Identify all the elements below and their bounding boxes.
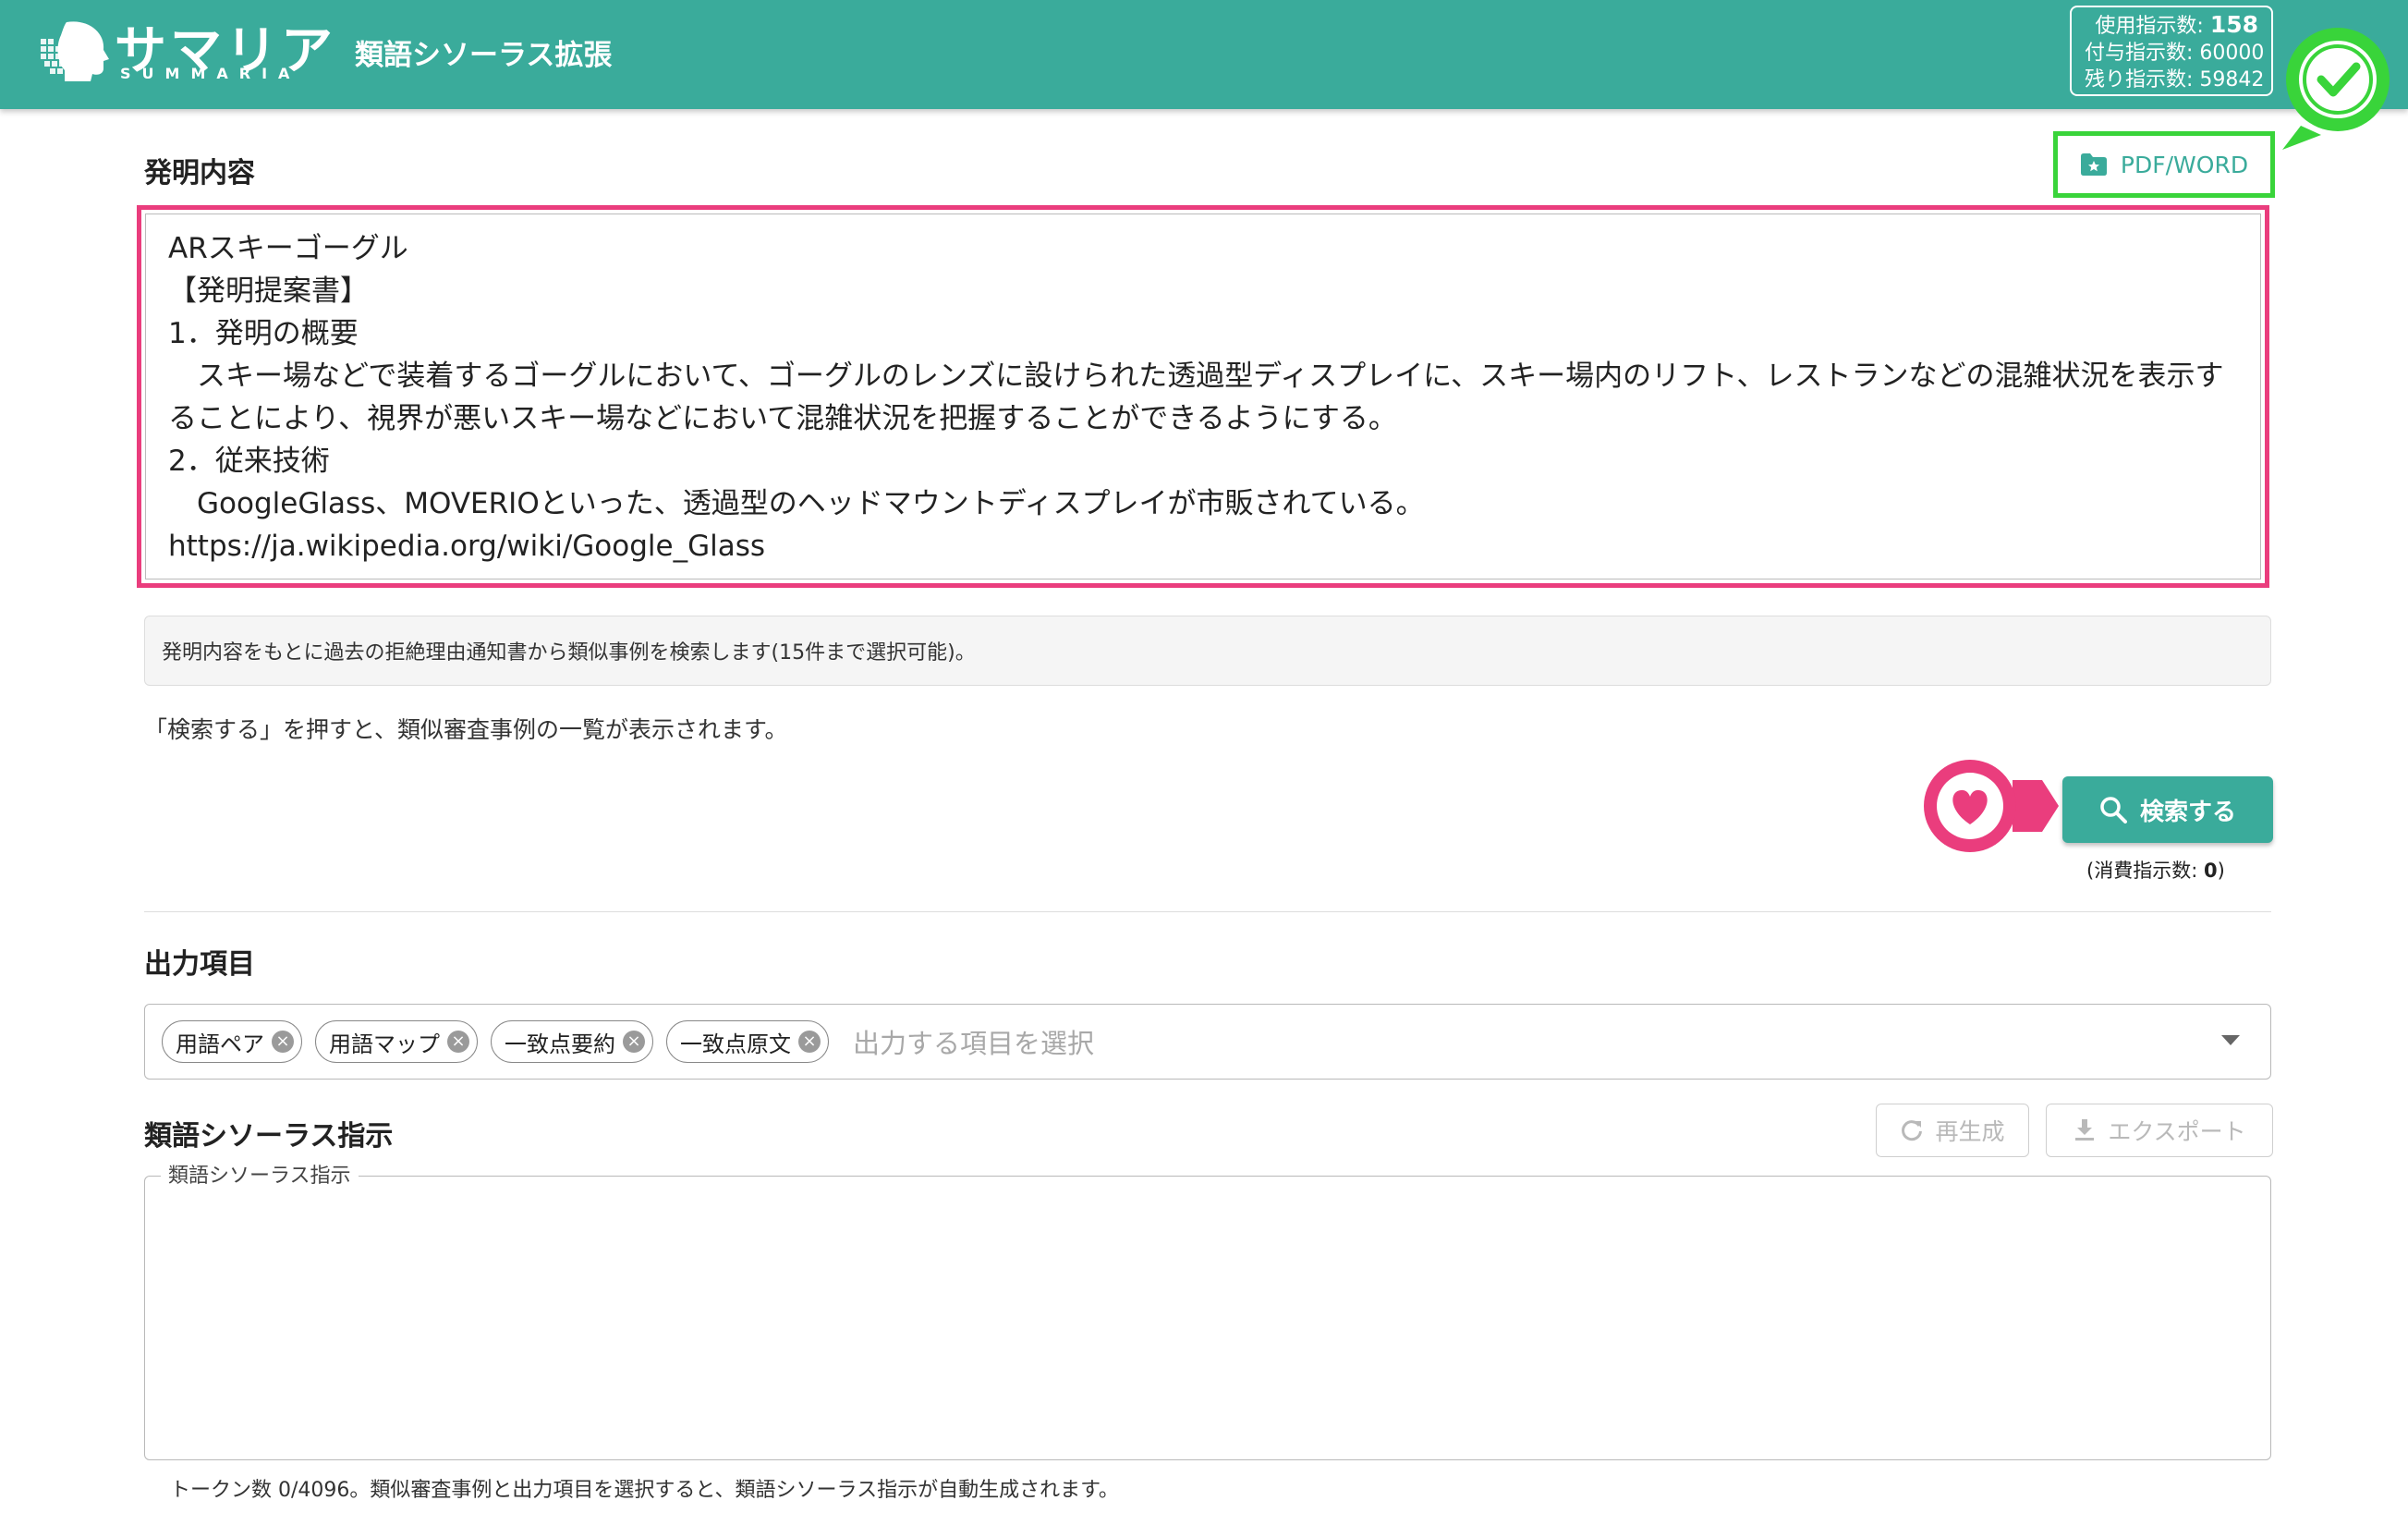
download-icon: [2075, 1119, 2095, 1141]
chip-label: 用語マップ: [329, 1031, 440, 1057]
logo-head-icon: [41, 21, 109, 81]
thesaurus-title: 類語シソーラス指示: [144, 1120, 394, 1153]
invention-textarea[interactable]: ARスキーゴーグル 【発明提案書】 1．発明の概要 スキー場などで装着するゴーグ…: [145, 214, 2261, 580]
granted-count-label: 付与指示数:: [2085, 42, 2194, 65]
chip-label: 一致点要約: [505, 1031, 615, 1057]
chip-remove-icon[interactable]: ×: [447, 1031, 469, 1053]
remaining-count-label: 残り指示数:: [2085, 68, 2194, 92]
granted-count-line: 付与指示数: 60000: [2085, 40, 2264, 67]
used-count-label: 使用指示数:: [2095, 15, 2204, 38]
chip-label: 用語ペア: [176, 1031, 264, 1057]
select-placeholder[interactable]: 出力する項目を選択: [853, 1022, 1094, 1061]
app-header: サマリア SUMMARIA 類語シソーラス拡張 使用指示数: 158 付与指示数…: [0, 0, 2408, 109]
export-button[interactable]: エクスポート: [2046, 1104, 2273, 1157]
remaining-count-value: 59842: [2199, 68, 2265, 92]
search-info-text: 発明内容をもとに過去の拒絶理由通知書から類似事例を検索します(15件まで選択可能…: [162, 641, 976, 665]
usage-counter: 使用指示数: 158 付与指示数: 60000 残り指示数: 59842: [2070, 6, 2273, 96]
regenerate-label: 再生成: [1935, 1118, 2005, 1145]
refresh-icon: [1902, 1120, 1923, 1141]
used-count-line: 使用指示数: 158: [2085, 11, 2258, 40]
page-title: 類語シソーラス拡張: [355, 39, 613, 72]
granted-count-value: 60000: [2199, 42, 2265, 65]
pdf-word-upload-button[interactable]: PDF/WORD: [2053, 131, 2275, 198]
heart-badge-icon: [1924, 760, 2059, 852]
chip-match-summary[interactable]: 一致点要約 ×: [491, 1020, 653, 1063]
folder-star-icon: [2080, 153, 2107, 176]
consume-value: 0: [2203, 860, 2218, 882]
invention-title: 発明内容: [144, 157, 255, 189]
output-items-select[interactable]: 用語ペア × 用語マップ × 一致点要約 × 一致点原文 × 出力する項目を選択: [144, 1004, 2271, 1080]
consume-label: (消費指示数:: [2086, 860, 2204, 882]
thesaurus-instruction-field[interactable]: [144, 1176, 2271, 1460]
chip-match-original[interactable]: 一致点原文 ×: [666, 1020, 829, 1063]
logo-subtext: SUMMARIA: [120, 65, 301, 82]
pdf-word-label: PDF/WORD: [2120, 151, 2249, 178]
chip-term-map[interactable]: 用語マップ ×: [315, 1020, 478, 1063]
invention-highlight: ARスキーゴーグル 【発明提案書】 1．発明の概要 スキー場などで装着するゴーグ…: [137, 205, 2269, 588]
check-badge-icon: [2282, 28, 2390, 150]
search-icon: [2100, 797, 2127, 824]
thesaurus-field-label: 類語シソーラス指示: [161, 1159, 359, 1189]
chip-remove-icon[interactable]: ×: [272, 1031, 294, 1053]
used-count-value: 158: [2209, 11, 2258, 38]
search-hint-text: 「検索する」を押すと、類似審査事例の一覧が表示されます。: [144, 716, 788, 743]
regenerate-button[interactable]: 再生成: [1876, 1104, 2029, 1157]
chip-label: 一致点原文: [680, 1031, 791, 1057]
output-title: 出力項目: [144, 948, 255, 981]
token-count-helper: トークン数 0/4096。類似審査事例と出力項目を選択すると、類語シソーラス指示…: [170, 1479, 1119, 1502]
search-button[interactable]: 検索する: [2062, 776, 2273, 843]
remaining-count-line: 残り指示数: 59842: [2085, 67, 2264, 93]
chip-term-pair[interactable]: 用語ペア ×: [162, 1020, 302, 1063]
chip-remove-icon[interactable]: ×: [798, 1031, 821, 1053]
section-divider: [144, 911, 2271, 912]
chip-remove-icon[interactable]: ×: [623, 1031, 645, 1053]
search-button-label: 検索する: [2139, 798, 2236, 826]
consume-suffix: ): [2217, 860, 2225, 882]
dropdown-arrow-icon[interactable]: [2221, 1035, 2240, 1045]
export-label: エクスポート: [2108, 1118, 2246, 1145]
search-info-box: 発明内容をもとに過去の拒絶理由通知書から類似事例を検索します(15件まで選択可能…: [144, 616, 2271, 686]
consume-count: (消費指示数: 0): [2086, 856, 2225, 884]
